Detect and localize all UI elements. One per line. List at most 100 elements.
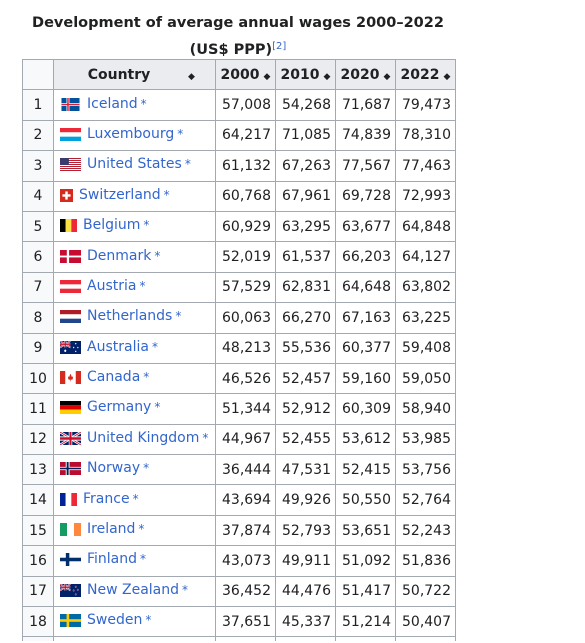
row-index: 15 xyxy=(22,514,54,547)
asterisk-link[interactable]: * xyxy=(133,492,139,506)
asterisk-link[interactable]: * xyxy=(175,309,181,323)
value-2010: 62,831 xyxy=(275,271,336,304)
country-link[interactable]: New Zealand xyxy=(87,582,179,598)
value-2000: 48,213 xyxy=(215,332,276,364)
table-row: 1 Iceland * 57,008 54,268 71,687 79,473 xyxy=(22,89,456,121)
year-2020-column-header[interactable]: 2020 ◆ xyxy=(335,58,396,91)
country-cell: Canada * xyxy=(53,362,216,395)
asterisk-link[interactable]: * xyxy=(154,249,160,263)
austria-flag-icon xyxy=(60,279,81,297)
sort-icon[interactable]: ◆ xyxy=(324,72,331,82)
value-2010: 52,912 xyxy=(275,393,336,425)
value-2022: 72,993 xyxy=(395,180,456,212)
country-link[interactable]: Sweden xyxy=(87,612,142,628)
asterisk-link[interactable]: * xyxy=(139,279,145,293)
country-link[interactable]: France xyxy=(83,491,130,507)
value-2010: 61,537 xyxy=(275,241,336,273)
sort-icon[interactable]: ◆ xyxy=(444,72,451,82)
row-index: 16 xyxy=(22,545,54,577)
country-link[interactable]: Denmark xyxy=(87,248,151,264)
row-index: 14 xyxy=(22,484,54,516)
asterisk-link[interactable]: * xyxy=(177,127,183,141)
table-row: 6 Denmark * 52,019 61,537 66,203 64,127 xyxy=(22,241,456,273)
table-row: 8 Netherlands * 60,063 66,270 67,163 63,225 xyxy=(22,302,456,334)
country-link[interactable]: United States xyxy=(87,156,182,172)
asterisk-link[interactable]: * xyxy=(152,340,158,354)
value-2010: 52,793 xyxy=(275,514,336,547)
sort-icon[interactable]: ◆ xyxy=(188,72,195,82)
value-2020: 53,612 xyxy=(335,423,396,456)
country-column-header[interactable]: Country ◆ xyxy=(53,58,216,91)
denmark-flag-icon xyxy=(60,249,81,267)
asterisk-link[interactable]: * xyxy=(145,613,151,627)
value-2020: 66,203 xyxy=(335,241,396,273)
value-2020: 64,648 xyxy=(335,271,396,304)
table-row: 12 United Kingdom * 44,967 52,455 53,612 53,98… xyxy=(22,423,456,456)
country-link[interactable]: Finland xyxy=(87,551,137,567)
asterisk-link[interactable]: * xyxy=(141,97,147,111)
country-link[interactable]: Ireland xyxy=(87,521,135,537)
value-2000: 51,344 xyxy=(215,393,276,425)
value-2010: 55,536 xyxy=(275,332,336,364)
country-cell: Netherlands * xyxy=(53,302,216,334)
country-link[interactable]: Netherlands xyxy=(87,308,172,324)
asterisk-link[interactable]: * xyxy=(164,188,170,202)
country-cell: New Zealand * xyxy=(53,575,216,608)
row-index: 3 xyxy=(22,150,54,182)
country-cell: Australia * xyxy=(53,332,216,364)
value-2020: 74,839 xyxy=(335,119,396,152)
asterisk-link[interactable]: * xyxy=(154,400,160,414)
asterisk-link[interactable]: * xyxy=(143,370,149,384)
iceland-flag-icon xyxy=(60,97,81,115)
value-2020: 77,567 xyxy=(335,150,396,182)
netherlands-flag-icon xyxy=(60,310,81,327)
asterisk-link[interactable]: * xyxy=(138,522,144,536)
value-2010: 54,268 xyxy=(275,89,336,121)
value-2000: 36,452 xyxy=(215,575,276,608)
value-2020: 63,677 xyxy=(335,210,396,243)
country-link[interactable]: Austria xyxy=(87,278,136,294)
country-link[interactable]: Norway xyxy=(87,460,140,476)
value-2022: 53,985 xyxy=(395,423,456,456)
table-row-partial xyxy=(22,636,456,642)
year-2000-column-header[interactable]: 2000 ◆ xyxy=(215,58,276,91)
reference-link[interactable]: [2] xyxy=(272,41,286,52)
country-link[interactable]: United Kingdom xyxy=(87,430,199,446)
country-cell: France * xyxy=(53,484,216,516)
australia-flag-icon xyxy=(59,340,81,358)
year-2022-column-header[interactable]: 2022 ◆ xyxy=(395,58,456,91)
value-2020: 50,550 xyxy=(335,484,396,516)
asterisk-link[interactable]: * xyxy=(143,218,149,232)
value-2000: 60,768 xyxy=(215,180,276,212)
country-link[interactable]: Canada xyxy=(87,369,140,385)
country-cell: Finland * xyxy=(53,545,216,577)
value-2022: 52,243 xyxy=(395,514,456,547)
header-row: Country ◆ 2000 ◆ 2010 ◆ 2020 ◆ 2022 ◆ xyxy=(22,58,456,91)
sort-icon[interactable]: ◆ xyxy=(384,72,391,82)
country-cell: Norway * xyxy=(53,454,216,486)
country-link[interactable]: Belgium xyxy=(83,217,140,233)
value-2020: 59,160 xyxy=(335,362,396,395)
country-link[interactable]: Iceland xyxy=(87,96,138,112)
asterisk-link[interactable]: * xyxy=(185,157,191,171)
value-2010: 63,295 xyxy=(275,210,336,243)
country-link[interactable]: Germany xyxy=(87,399,151,415)
table-row: 11 Germany * 51,344 52,912 60,309 58,940 xyxy=(22,393,456,425)
value-2020: 51,417 xyxy=(335,575,396,608)
year-2010-column-header[interactable]: 2010 ◆ xyxy=(275,58,336,91)
asterisk-link[interactable]: * xyxy=(140,552,146,566)
asterisk-link[interactable]: * xyxy=(202,431,208,445)
table-row: 13 Norway * 36,444 47,531 52,415 53,756 xyxy=(22,454,456,486)
sort-icon[interactable]: ◆ xyxy=(264,72,271,82)
value-2022: 63,802 xyxy=(395,271,456,304)
table-row: 15 Ireland * 37,874 52,793 53,651 52,243 xyxy=(22,514,456,547)
asterisk-link[interactable]: * xyxy=(143,461,149,475)
asterisk-link[interactable]: * xyxy=(182,583,188,597)
value-2010: 49,926 xyxy=(275,484,336,516)
value-2000: 60,929 xyxy=(215,210,276,243)
country-link[interactable]: Switzerland xyxy=(79,187,161,203)
finland-flag-icon xyxy=(60,553,81,570)
country-link[interactable]: Australia xyxy=(87,339,149,355)
country-link[interactable]: Luxembourg xyxy=(87,126,174,142)
table-row: 2 Luxembourg * 64,217 71,085 74,839 78,310 xyxy=(22,119,456,152)
